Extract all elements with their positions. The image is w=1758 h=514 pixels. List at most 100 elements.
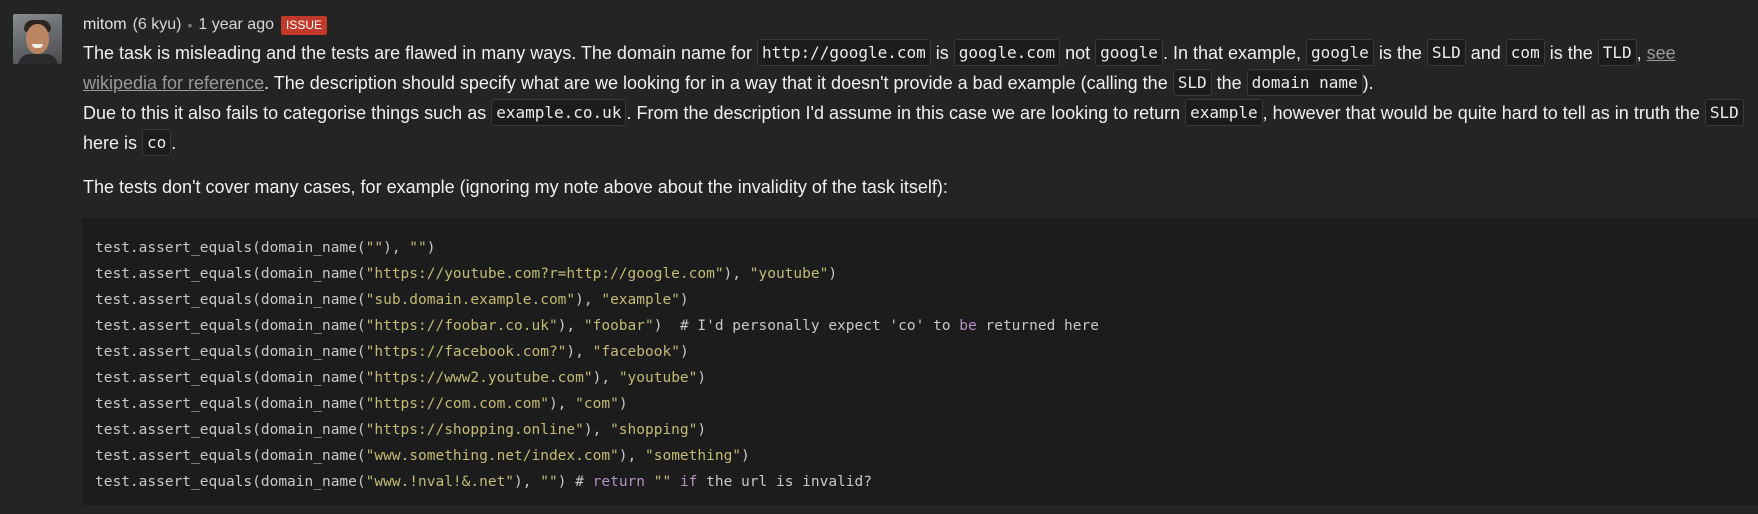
code-text: ), xyxy=(548,396,576,412)
code-line: test.assert_equals(domain_name("https://… xyxy=(95,365,1745,391)
code-text: ) xyxy=(679,292,689,308)
inline-code: google xyxy=(1306,39,1374,66)
code-text: ) xyxy=(828,266,838,282)
inline-code: co xyxy=(142,129,172,156)
avatar-shirt xyxy=(18,54,58,64)
code-line: test.assert_equals(domain_name("https://… xyxy=(95,417,1745,443)
inline-code: domain name xyxy=(1246,69,1363,96)
inline-code: google.com xyxy=(953,39,1061,66)
code-text: test.assert_equals(domain_name( xyxy=(95,396,366,412)
code-string: "www.!nval!&.net" xyxy=(365,474,515,490)
code-line: test.assert_equals(domain_name("sub.doma… xyxy=(95,287,1745,313)
text: is the xyxy=(1544,43,1598,63)
code-text: ), xyxy=(383,240,410,256)
code-text: ) xyxy=(618,396,628,412)
code-string: "foobar" xyxy=(583,318,654,334)
code-string: "https://facebook.com?" xyxy=(365,344,567,360)
text: Due to this it also fails to categorise … xyxy=(83,103,492,123)
comment-paragraph-2: The tests don't cover many cases, for ex… xyxy=(83,177,948,197)
text: the xyxy=(1211,73,1247,93)
user-rank: (6 kyu) xyxy=(132,16,182,33)
code-text: test.assert_equals(domain_name( xyxy=(95,448,366,464)
code-string: "" xyxy=(645,474,680,490)
code-string: "https://www2.youtube.com" xyxy=(365,370,593,386)
code-comment: the url is invalid? xyxy=(697,474,873,490)
code-block: test.assert_equals(domain_name(""), "") … xyxy=(82,218,1758,505)
inline-code: SLD xyxy=(1704,99,1744,126)
code-line: test.assert_equals(domain_name("www.some… xyxy=(95,443,1745,469)
text: , however that would be quite hard to te… xyxy=(1262,103,1705,123)
text: . In that example, xyxy=(1162,43,1307,63)
code-string: "https://shopping.online" xyxy=(365,422,584,438)
code-text: test.assert_equals(domain_name( xyxy=(95,240,366,256)
code-line: test.assert_equals(domain_name(""), "") xyxy=(95,235,1745,261)
code-text: test.assert_equals(domain_name( xyxy=(95,266,366,282)
code-string: "sub.domain.example.com" xyxy=(365,292,576,308)
code-string: "" xyxy=(409,240,427,256)
code-string: "https://foobar.co.uk" xyxy=(365,318,558,334)
code-text: ) xyxy=(679,344,689,360)
user-avatar[interactable] xyxy=(13,14,62,64)
code-text: test.assert_equals(domain_name( xyxy=(95,370,366,386)
comment-body: mitom (6 kyu) • 1 year ago ISSUE The tas… xyxy=(82,12,1758,505)
code-line: test.assert_equals(domain_name("https://… xyxy=(95,339,1745,365)
inline-code: TLD xyxy=(1597,39,1637,66)
text: not xyxy=(1060,43,1096,63)
comment-timestamp[interactable]: 1 year ago xyxy=(198,16,274,34)
text: here is xyxy=(83,133,143,153)
code-text: test.assert_equals(domain_name( xyxy=(95,422,366,438)
code-text: ) xyxy=(697,370,707,386)
code-string: "https://com.com.com" xyxy=(365,396,549,412)
inline-code: SLD xyxy=(1426,39,1466,66)
meta-separator: • xyxy=(187,17,193,33)
code-string: "example" xyxy=(601,292,680,308)
code-string: "com" xyxy=(575,396,619,412)
username-link[interactable]: mitom xyxy=(83,16,127,34)
text: ). xyxy=(1362,73,1374,93)
code-text: ) xyxy=(741,448,750,464)
code-string: "https://youtube.com?r=http://google.com… xyxy=(365,266,724,282)
inline-code: http://google.com xyxy=(757,39,931,66)
text: , xyxy=(1636,43,1647,63)
code-text: ) xyxy=(426,240,436,256)
text: and xyxy=(1465,43,1506,63)
comment-paragraph-1: The task is misleading and the tests are… xyxy=(83,38,1753,158)
code-keyword: be xyxy=(959,318,977,334)
code-text: ), xyxy=(618,448,645,464)
code-line: test.assert_equals(domain_name("https://… xyxy=(95,313,1745,339)
code-string: "youtube" xyxy=(618,370,698,386)
inline-code: com xyxy=(1505,39,1545,66)
code-line: test.assert_equals(domain_name("https://… xyxy=(95,261,1745,287)
code-text: ), xyxy=(575,292,602,308)
code-comment: returned here xyxy=(976,318,1099,334)
code-text: test.assert_equals(domain_name( xyxy=(95,318,366,334)
code-line: test.assert_equals(domain_name("https://… xyxy=(95,391,1745,417)
inline-code: google xyxy=(1095,39,1163,66)
code-string: "something" xyxy=(645,448,742,464)
code-text: test.assert_equals(domain_name( xyxy=(95,474,366,490)
inline-code: SLD xyxy=(1172,69,1212,96)
code-text: test.assert_equals(domain_name( xyxy=(95,344,366,360)
inline-code: example xyxy=(1185,99,1263,126)
code-string: "facebook" xyxy=(592,344,680,360)
comment-meta: mitom (6 kyu) • 1 year ago ISSUE xyxy=(83,12,1753,38)
code-string: "" xyxy=(365,240,384,256)
code-comment: ) # xyxy=(557,474,593,490)
code-comment: ) # I'd personally expect 'co' to xyxy=(653,318,960,334)
code-string: "" xyxy=(540,474,558,490)
text: is the xyxy=(1373,43,1427,63)
code-text: ), xyxy=(557,318,584,334)
code-string: "shopping" xyxy=(610,422,698,438)
code-text: ), xyxy=(583,422,611,438)
code-line: test.assert_equals(domain_name("www.!nva… xyxy=(95,469,1745,495)
avatar-face xyxy=(26,24,49,54)
text: . From the description I'd assume in thi… xyxy=(626,103,1186,123)
code-keyword: return xyxy=(592,474,646,490)
text: is xyxy=(930,43,954,63)
code-text: ), xyxy=(566,344,593,360)
text: . The description should specify what ar… xyxy=(264,73,1173,93)
code-text: ), xyxy=(592,370,619,386)
code-string: "youtube" xyxy=(749,266,829,282)
code-text: test.assert_equals(domain_name( xyxy=(95,292,366,308)
issue-badge: ISSUE xyxy=(280,15,327,35)
